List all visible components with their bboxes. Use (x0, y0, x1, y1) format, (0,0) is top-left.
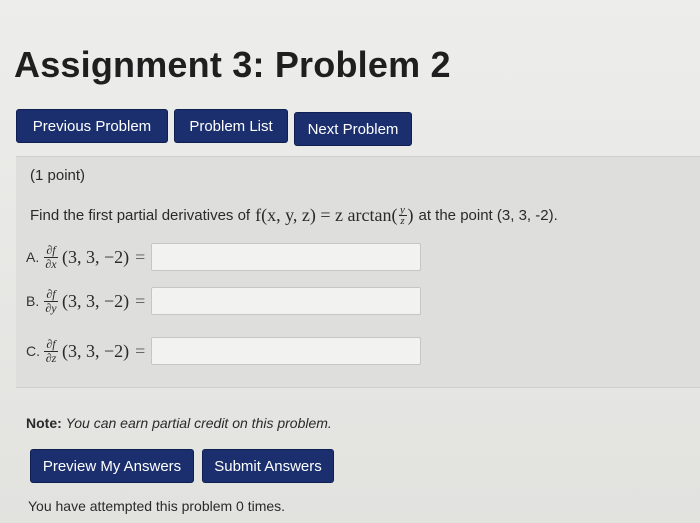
partial-fraction: ∂f ∂y (44, 286, 58, 315)
partial-numerator: ∂f (46, 286, 56, 301)
page-title: Assignment 3: Problem 2 (14, 44, 451, 85)
answer-input-a[interactable] (151, 243, 422, 271)
answer-row-c: C. ∂f ∂z (3, 3, −2) = (26, 336, 422, 365)
problem-list-button[interactable]: Problem List (174, 109, 288, 143)
equals-sign: = (135, 246, 146, 267)
note-label: Note: (26, 415, 62, 431)
answer-row-a: A. ∂f ∂x (3, 3, −2) = (26, 242, 422, 271)
equals-sign: = (135, 290, 146, 311)
attempts-status: You have attempted this problem 0 times. (28, 498, 286, 514)
problem-body: (1 point) Find the first partial derivat… (16, 156, 700, 388)
function-close: ) (407, 205, 414, 225)
prompt-prefix: Find the first partial derivatives of (30, 207, 251, 224)
answer-actions: Preview My Answers Submit Answers (30, 449, 334, 483)
problem-page: Assignment 3: Problem 2 Previous Problem… (0, 0, 700, 523)
evaluation-point: (3, 3, −2) (62, 340, 130, 361)
previous-problem-button[interactable]: Previous Problem (16, 109, 168, 143)
partial-numerator: ∂f (46, 242, 56, 257)
next-problem-button[interactable]: Next Problem (294, 112, 412, 146)
evaluation-point: (3, 3, −2) (62, 246, 130, 267)
partial-denominator: ∂x (45, 256, 57, 271)
part-letter: C. (26, 343, 40, 359)
note-text: You can earn partial credit on this prob… (65, 415, 332, 431)
function-lhs: f(x, y, z) = z arctan( (255, 205, 398, 225)
partial-credit-note: Note: You can earn partial credit on thi… (26, 415, 332, 431)
problem-prompt: Find the first partial derivatives of f(… (30, 204, 558, 227)
submit-answers-button[interactable]: Submit Answers (202, 449, 334, 483)
partial-fraction: ∂f ∂z (44, 336, 58, 365)
points-label: (1 point) (30, 167, 86, 184)
arctan-fraction: y z (398, 204, 407, 227)
partial-numerator: ∂f (46, 336, 56, 351)
part-letter: B. (26, 293, 40, 309)
partial-denominator: ∂y (45, 300, 57, 315)
answer-input-b[interactable] (151, 287, 422, 315)
answer-row-b: B. ∂f ∂y (3, 3, −2) = (26, 286, 422, 315)
partial-fraction: ∂f ∂x (44, 242, 58, 271)
partial-denominator: ∂z (45, 350, 57, 365)
equals-sign: = (135, 340, 146, 361)
arctan-numerator: y (400, 204, 405, 216)
problem-nav: Previous Problem Problem List Next Probl… (16, 109, 412, 146)
answer-input-c[interactable] (151, 337, 422, 365)
arctan-denominator: z (400, 215, 405, 227)
function-expression: f(x, y, z) = z arctan( y z ) (255, 204, 414, 227)
prompt-suffix: at the point (3, 3, -2). (418, 207, 558, 224)
evaluation-point: (3, 3, −2) (62, 290, 130, 311)
preview-answers-button[interactable]: Preview My Answers (30, 449, 194, 483)
part-letter: A. (26, 249, 40, 265)
